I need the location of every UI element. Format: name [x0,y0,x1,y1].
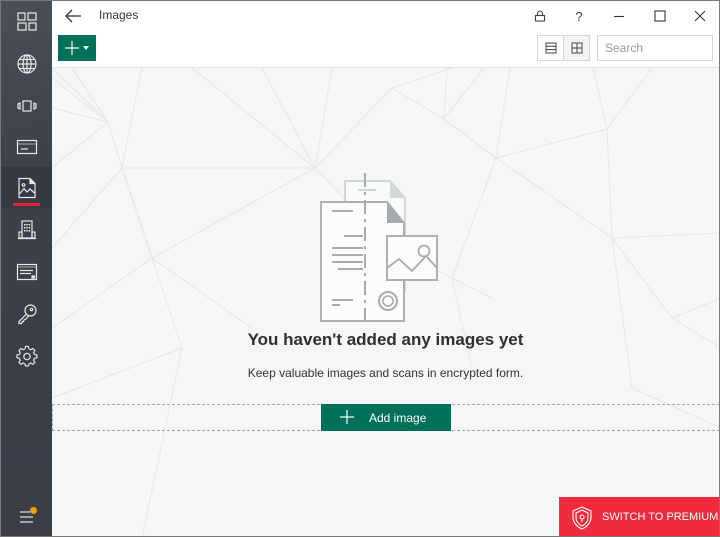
minimize-icon [614,15,624,18]
search-input[interactable] [597,35,713,61]
help-icon: ? [575,8,583,24]
globe-icon [16,53,37,74]
maximize-button[interactable] [646,3,674,29]
empty-state-title: You haven't added any images yet [247,330,524,349]
empty-state-subtitle: Keep valuable images and scans in encryp… [247,366,524,380]
switch-to-premium-button[interactable]: SWITCH TO PREMIUM [559,497,719,536]
close-icon [694,10,706,22]
plus-icon [340,410,354,424]
toolbar [52,31,719,68]
sidebar-item-websites[interactable] [1,43,52,84]
sidebar-item-applications[interactable] [1,85,52,126]
add-image-button[interactable]: Add image [321,404,451,431]
page-title: Images [99,8,139,22]
shield-lock-icon [572,506,592,530]
sidebar-item-addresses[interactable] [1,209,52,250]
add-item-button[interactable] [58,35,96,61]
list-view-button[interactable] [538,36,563,60]
image-file-icon [17,177,36,198]
add-image-label: Add image [369,411,427,425]
close-button[interactable] [686,3,714,29]
gear-icon [15,345,37,366]
list-view-icon [545,42,557,54]
title-bar: Images ? [52,1,719,31]
notes-icon [16,263,37,280]
sidebar-item-dashboard[interactable] [1,1,52,42]
notification-dot [30,507,37,514]
view-toggle [537,35,590,61]
maximize-icon [654,10,666,22]
premium-label: SWITCH TO PREMIUM [602,511,719,523]
lock-icon [534,10,546,22]
sidebar-item-notes[interactable] [1,251,52,292]
sidebar [1,1,52,536]
grid-view-button[interactable] [563,36,589,60]
plus-icon [65,41,79,55]
help-button[interactable]: ? [565,3,593,29]
building-icon [17,219,36,239]
sidebar-item-password-generator[interactable] [1,293,52,334]
app-window: Images ? Search You haven't added any im… [0,0,720,537]
content-area: You haven't added any images yet Keep va… [52,68,719,536]
lock-button[interactable] [526,3,554,29]
app-icon [16,99,37,112]
dashboard-icon [16,11,37,31]
card-icon [16,139,37,154]
grid-view-icon [571,42,583,54]
empty-state-illustration [320,173,438,323]
caret-down-icon [83,46,89,50]
minimize-button[interactable] [605,3,633,29]
sidebar-item-settings[interactable] [1,335,52,376]
key-icon [17,303,37,324]
sidebar-item-images[interactable] [1,167,52,208]
back-button[interactable] [62,5,84,27]
back-arrow-icon [65,9,81,23]
main-menu-button[interactable] [1,499,52,535]
sidebar-item-bank-cards[interactable] [1,126,52,167]
